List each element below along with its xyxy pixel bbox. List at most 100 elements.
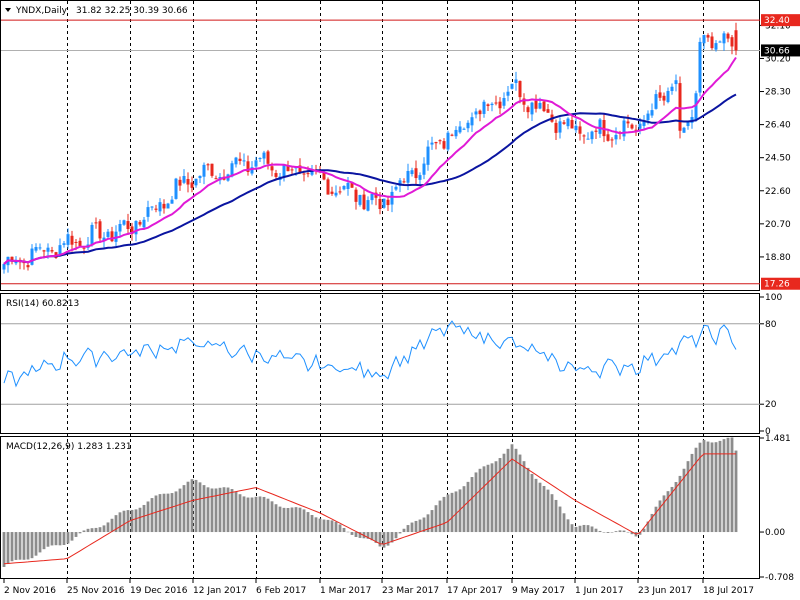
price-pane	[1, 19, 760, 285]
macd-histogram-bar	[202, 485, 206, 533]
candle-body	[346, 182, 350, 189]
macd-histogram-bar	[226, 487, 230, 533]
level-high-label: 32.40	[764, 16, 790, 26]
candle-body	[126, 221, 130, 230]
macd-histogram-bar	[570, 524, 574, 533]
candle-body	[446, 132, 450, 150]
macd-histogram-bar	[578, 525, 582, 533]
date-label: 23 Mar 2017	[382, 586, 439, 596]
date-label: 2 Nov 2016	[4, 586, 56, 596]
price-tick-label: 18.80	[765, 253, 791, 263]
candle-body	[474, 111, 478, 115]
triangle-down-icon[interactable]	[5, 8, 11, 12]
macd-histogram-bar	[714, 442, 718, 533]
macd-histogram-bar	[538, 482, 542, 533]
macd-histogram-bar	[730, 437, 734, 533]
candle-body	[390, 191, 394, 205]
candle-body	[606, 134, 610, 141]
candle-body	[718, 41, 722, 43]
macd-histogram-bar	[334, 521, 338, 533]
candle-body	[338, 191, 342, 193]
macd-histogram-bar	[234, 491, 238, 533]
macd-histogram-bar	[154, 495, 158, 533]
macd-histogram-bar	[602, 532, 606, 533]
macd-histogram-bar	[258, 496, 262, 533]
candle-body	[702, 35, 706, 44]
macd-histogram-bar	[610, 532, 614, 533]
candle-body	[354, 189, 358, 202]
macd-histogram-bar	[66, 532, 70, 544]
candle-body	[306, 173, 310, 175]
candle-body	[662, 95, 666, 101]
candle-body	[270, 166, 274, 171]
macd-histogram-bar	[418, 519, 422, 533]
macd-histogram-bar	[238, 494, 242, 533]
candle-body	[590, 131, 594, 140]
macd-histogram-bar	[98, 527, 102, 533]
candle-body	[518, 80, 522, 98]
macd-histogram-bar	[382, 532, 386, 548]
macd-histogram-bar	[106, 522, 110, 533]
macd-histogram-bar	[550, 494, 554, 533]
candle-body	[50, 250, 54, 252]
macd-histogram-bar	[434, 505, 438, 533]
macd-histogram-bar	[438, 500, 442, 533]
macd-histogram-bar	[58, 532, 62, 546]
macd-histogram-bar	[230, 489, 234, 533]
candle-body	[622, 120, 626, 137]
macd-histogram-bar	[346, 531, 350, 533]
macd-histogram-bar	[726, 437, 730, 533]
candle-body	[178, 179, 182, 186]
candle-body	[494, 102, 498, 104]
macd-histogram-bar	[522, 461, 526, 533]
date-label: 12 Jan 2017	[193, 586, 247, 596]
macd-histogram-bar	[326, 519, 330, 533]
candle-body	[26, 265, 30, 268]
rsi-pane-frame	[0, 293, 760, 434]
candle-body	[722, 33, 726, 44]
candle-body	[382, 198, 386, 208]
macd-histogram-bar	[590, 526, 594, 533]
candle-body	[62, 243, 66, 245]
candle-body	[422, 163, 426, 175]
candle-body	[42, 250, 46, 252]
macd-label: MACD(12,26,9) 1.283 1.231	[6, 442, 132, 452]
candle-body	[242, 160, 246, 162]
date-label: 17 Apr 2017	[447, 586, 503, 596]
macd-tick-label: 0.00	[765, 528, 785, 538]
chart-canvas: 32.1030.2028.3026.4024.5022.6020.7018.80…	[0, 0, 800, 596]
candle-body	[402, 181, 406, 183]
macd-histogram-bar	[162, 493, 166, 533]
macd-histogram-bar	[482, 466, 486, 533]
candle-body	[186, 179, 190, 185]
macd-histogram-bar	[18, 532, 22, 560]
macd-histogram-bar	[86, 528, 90, 533]
macd-histogram-bar	[470, 477, 474, 533]
candle-body	[362, 194, 366, 210]
macd-histogram-bar	[6, 532, 10, 564]
candle-body	[234, 157, 238, 165]
macd-pane	[2, 437, 738, 567]
candle-body	[202, 164, 206, 177]
candle-body	[78, 240, 82, 246]
candle-body	[594, 130, 598, 132]
macd-histogram-bar	[558, 506, 562, 533]
candle-body	[626, 121, 630, 124]
candle-body	[182, 175, 186, 183]
macd-histogram-bar	[542, 486, 546, 533]
candle-body	[470, 117, 474, 126]
rsi-tick-label: 20	[765, 400, 777, 410]
macd-histogram-bar	[450, 492, 454, 533]
candle-body	[530, 102, 534, 115]
candle-body	[266, 151, 270, 164]
symbol-label: YNDX,Daily	[15, 6, 68, 16]
candle-body	[670, 86, 674, 92]
candle-body	[506, 91, 510, 96]
candle-body	[138, 221, 142, 225]
candle-body	[666, 90, 670, 103]
macd-histogram-bar	[110, 518, 114, 533]
candle-body	[38, 247, 42, 249]
candle-body	[462, 128, 466, 130]
macd-histogram-bar	[310, 514, 314, 533]
macd-histogram-bar	[270, 501, 274, 533]
